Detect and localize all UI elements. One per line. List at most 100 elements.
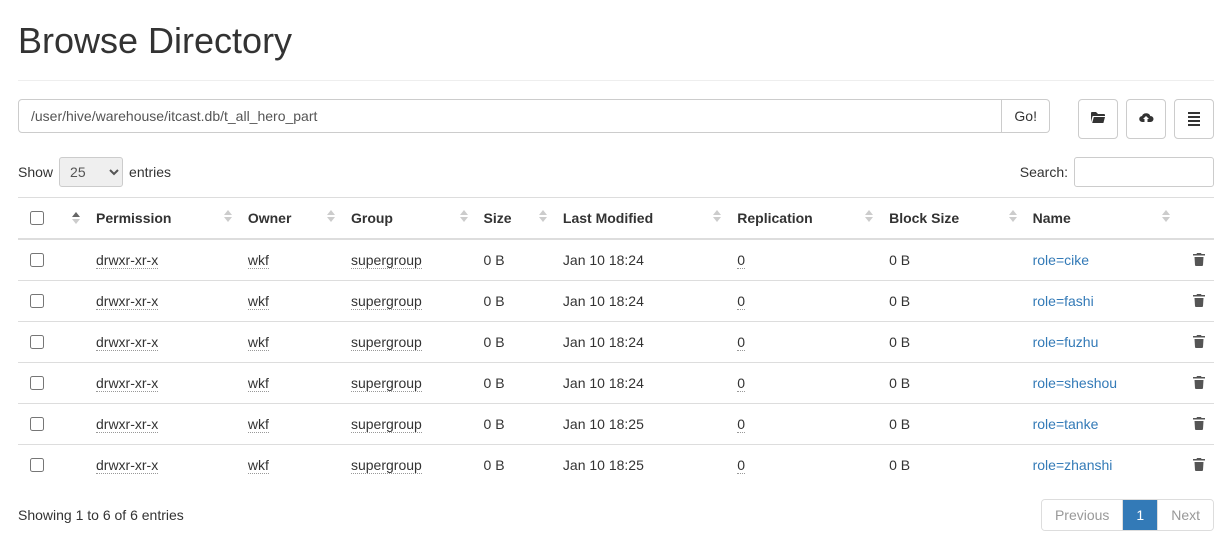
show-label-post: entries — [129, 164, 171, 180]
delete-button[interactable] — [1192, 253, 1206, 269]
name-link[interactable]: role=sheshou — [1033, 375, 1117, 391]
group-cell: supergroup — [351, 375, 422, 392]
table-row: drwxr-xr-xwkfsupergroup0 BJan 10 18:2500… — [18, 445, 1214, 486]
col-name[interactable]: Name — [1025, 198, 1178, 240]
owner-cell: wkf — [248, 375, 269, 392]
entries-select[interactable]: 25 — [59, 157, 123, 187]
sort-icon — [713, 210, 721, 222]
divider — [18, 80, 1214, 81]
col-block-size[interactable]: Block Size — [881, 198, 1025, 240]
permission-cell: drwxr-xr-x — [96, 334, 158, 351]
modified-cell: Jan 10 18:24 — [563, 375, 644, 391]
sort-icon — [539, 210, 547, 222]
owner-cell: wkf — [248, 457, 269, 474]
table-row: drwxr-xr-xwkfsupergroup0 BJan 10 18:2500… — [18, 404, 1214, 445]
sort-icon — [460, 210, 468, 222]
search-label: Search: — [1020, 164, 1068, 180]
upload-button[interactable] — [1126, 99, 1166, 139]
trash-icon — [1192, 376, 1206, 392]
path-input[interactable] — [18, 99, 1002, 133]
replication-cell: 0 — [737, 252, 745, 269]
col-last-modified[interactable]: Last Modified — [555, 198, 729, 240]
row-checkbox[interactable] — [30, 417, 44, 431]
trash-icon — [1192, 417, 1206, 433]
modified-cell: Jan 10 18:24 — [563, 334, 644, 350]
delete-button[interactable] — [1192, 458, 1206, 474]
col-replication[interactable]: Replication — [729, 198, 881, 240]
list-icon — [1186, 110, 1202, 129]
table-info: Showing 1 to 6 of 6 entries — [18, 507, 184, 523]
trash-icon — [1192, 335, 1206, 351]
col-permission[interactable]: Permission — [88, 198, 240, 240]
col-group[interactable]: Group — [343, 198, 476, 240]
sort-icon — [1162, 210, 1170, 222]
size-cell: 0 B — [484, 334, 505, 350]
folder-open-icon — [1090, 110, 1106, 129]
name-link[interactable]: role=zhanshi — [1033, 457, 1113, 473]
previous-button[interactable]: Previous — [1042, 500, 1122, 530]
size-cell: 0 B — [484, 293, 505, 309]
row-checkbox[interactable] — [30, 458, 44, 472]
delete-button[interactable] — [1192, 294, 1206, 310]
name-link[interactable]: role=tanke — [1033, 416, 1099, 432]
table-row: drwxr-xr-xwkfsupergroup0 BJan 10 18:2400… — [18, 281, 1214, 322]
group-cell: supergroup — [351, 293, 422, 310]
trash-icon — [1192, 458, 1206, 474]
name-link[interactable]: role=cike — [1033, 252, 1089, 268]
search-input[interactable] — [1074, 157, 1214, 187]
delete-button[interactable] — [1192, 417, 1206, 433]
row-checkbox[interactable] — [30, 294, 44, 308]
page-title: Browse Directory — [18, 20, 1214, 62]
row-checkbox[interactable] — [30, 335, 44, 349]
cut-button[interactable] — [1174, 99, 1214, 139]
size-cell: 0 B — [484, 416, 505, 432]
group-cell: supergroup — [351, 252, 422, 269]
permission-cell: drwxr-xr-x — [96, 252, 158, 269]
group-cell: supergroup — [351, 416, 422, 433]
permission-cell: drwxr-xr-x — [96, 457, 158, 474]
next-button[interactable]: Next — [1157, 500, 1213, 530]
page-1-button[interactable]: 1 — [1122, 500, 1157, 530]
trash-icon — [1192, 294, 1206, 310]
owner-cell: wkf — [248, 416, 269, 433]
group-cell: supergroup — [351, 457, 422, 474]
permission-cell: drwxr-xr-x — [96, 416, 158, 433]
new-folder-button[interactable] — [1078, 99, 1118, 139]
upload-cloud-icon — [1138, 110, 1154, 129]
size-cell: 0 B — [484, 375, 505, 391]
pagination: Previous 1 Next — [1041, 499, 1214, 531]
row-checkbox[interactable] — [30, 253, 44, 267]
owner-cell: wkf — [248, 334, 269, 351]
row-checkbox[interactable] — [30, 376, 44, 390]
owner-cell: wkf — [248, 252, 269, 269]
blocksize-cell: 0 B — [889, 334, 910, 350]
permission-cell: drwxr-xr-x — [96, 293, 158, 310]
trash-icon — [1192, 253, 1206, 269]
owner-cell: wkf — [248, 293, 269, 310]
name-link[interactable]: role=fuzhu — [1033, 334, 1099, 350]
path-input-group: Go! — [18, 99, 1050, 139]
replication-cell: 0 — [737, 334, 745, 351]
table-row: drwxr-xr-x wkf supergroup 0 B Jan 10 18:24 0 0… — [18, 239, 1214, 281]
replication-cell: 0 — [737, 375, 745, 392]
go-button[interactable]: Go! — [1002, 99, 1050, 133]
sort-icon[interactable] — [72, 212, 80, 224]
select-all-checkbox[interactable] — [30, 211, 44, 225]
size-cell: 0 B — [484, 252, 505, 268]
file-table: Permission Owner Group Size Last Modifie… — [18, 197, 1214, 485]
delete-button[interactable] — [1192, 376, 1206, 392]
blocksize-cell: 0 B — [889, 293, 910, 309]
delete-button[interactable] — [1192, 335, 1206, 351]
blocksize-cell: 0 B — [889, 252, 910, 268]
modified-cell: Jan 10 18:24 — [563, 252, 644, 268]
size-cell: 0 B — [484, 457, 505, 473]
name-link[interactable]: role=fashi — [1033, 293, 1094, 309]
sort-icon — [865, 210, 873, 222]
table-row: drwxr-xr-xwkfsupergroup0 BJan 10 18:2400… — [18, 363, 1214, 404]
modified-cell: Jan 10 18:25 — [563, 416, 644, 432]
modified-cell: Jan 10 18:24 — [563, 293, 644, 309]
col-owner[interactable]: Owner — [240, 198, 343, 240]
modified-cell: Jan 10 18:25 — [563, 457, 644, 473]
col-size[interactable]: Size — [476, 198, 555, 240]
table-row: drwxr-xr-xwkfsupergroup0 BJan 10 18:2400… — [18, 322, 1214, 363]
